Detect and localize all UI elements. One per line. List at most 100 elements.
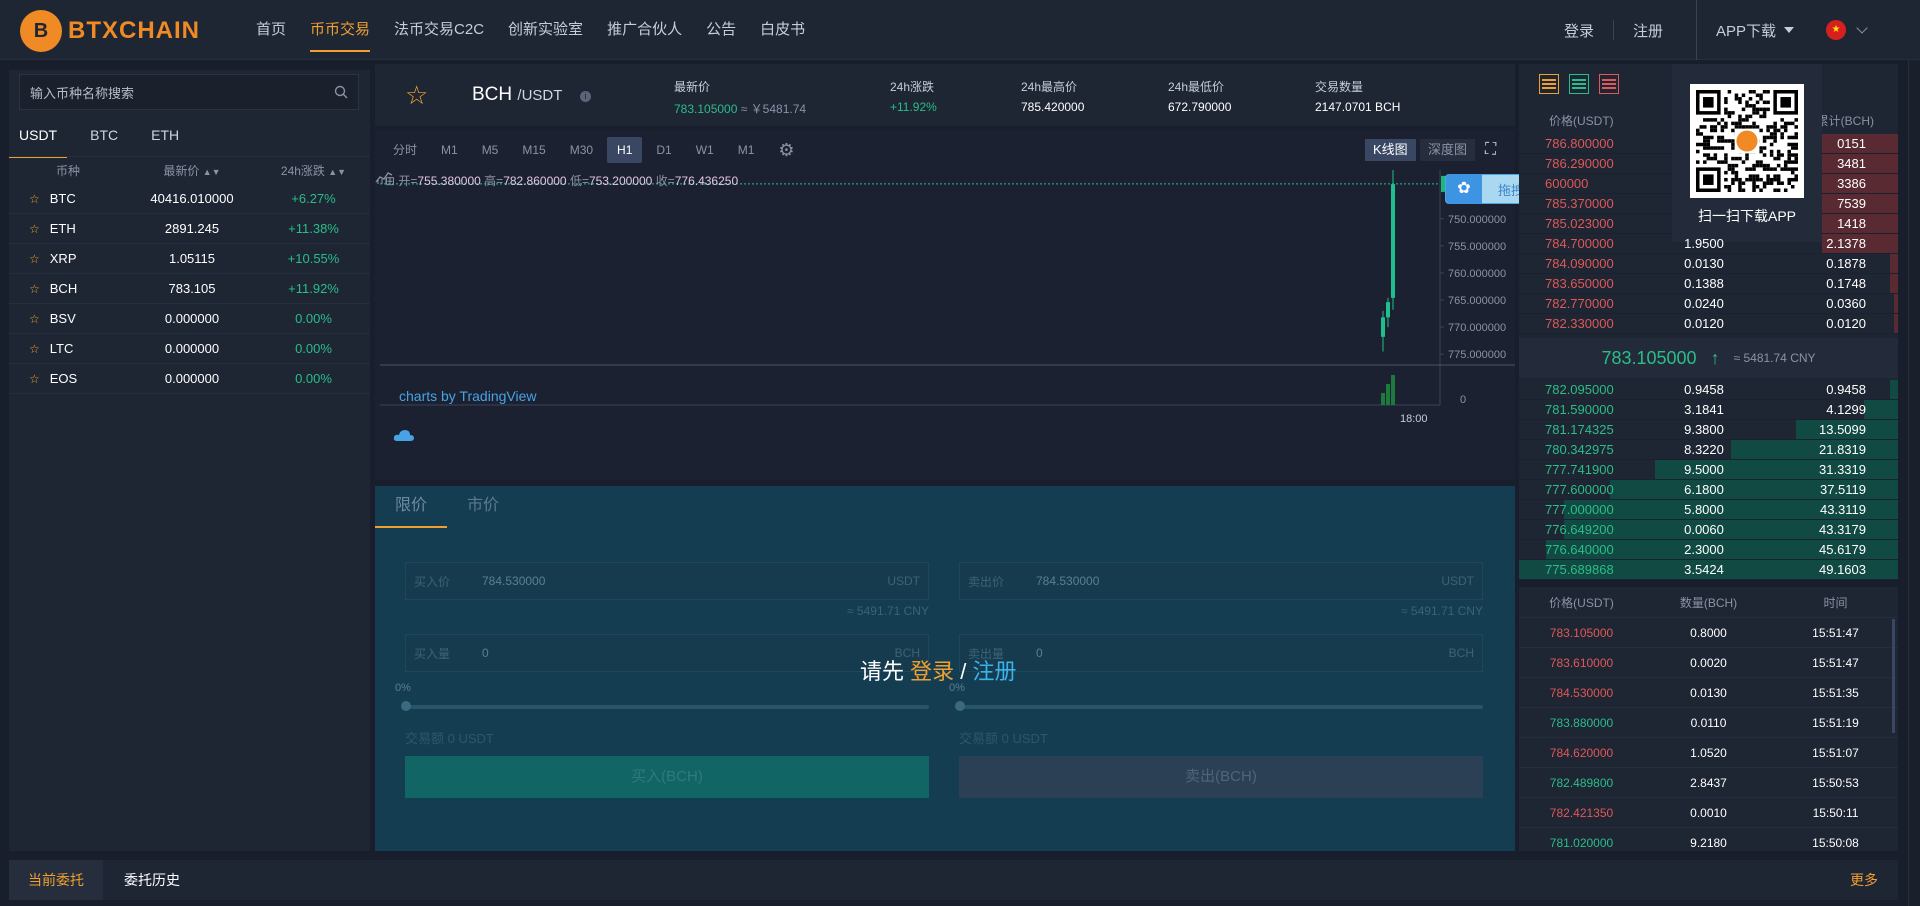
header-price[interactable]: 最新价 ▲▼ — [127, 162, 257, 179]
overlay-register-link[interactable]: 注册 — [973, 659, 1017, 684]
bid-row[interactable]: 776.640000 2.3000 45.6179 — [1519, 540, 1898, 560]
favorite-star-icon[interactable]: ☆ — [29, 252, 40, 266]
both-sides-view-icon[interactable] — [1539, 74, 1559, 94]
order-amount: 9.3800 — [1684, 422, 1724, 437]
bid-row[interactable]: 781.590000 3.1841 4.1299 — [1519, 400, 1898, 420]
bids-only-view-icon[interactable] — [1569, 74, 1589, 94]
sell-amount-field[interactable]: 卖出量 0 BCH — [959, 634, 1483, 672]
favorite-star-icon[interactable]: ☆ — [29, 222, 40, 236]
tab-eth[interactable]: ETH — [141, 122, 189, 158]
favorite-star-icon[interactable]: ☆ — [29, 192, 40, 206]
favorite-star-icon[interactable]: ☆ — [405, 80, 428, 111]
nav-partner[interactable]: 推广合伙人 — [607, 0, 682, 60]
bid-row[interactable]: 777.600000 6.1800 37.5119 — [1519, 480, 1898, 500]
app-download-button[interactable]: APP下载 — [1695, 0, 1814, 60]
favorite-star-icon[interactable]: ☆ — [29, 342, 40, 356]
interval-timeline[interactable]: 分时 — [383, 137, 427, 163]
nav-announcement[interactable]: 公告 — [706, 0, 736, 60]
buy-amount-slider[interactable] — [401, 701, 929, 711]
ask-row[interactable]: 783.650000 0.1388 0.1748 — [1519, 274, 1898, 294]
depth-view-toggle[interactable]: 深度图 — [1420, 139, 1476, 161]
tab-current-orders[interactable]: 当前委托 — [9, 860, 103, 900]
ask-row[interactable]: 784.090000 0.0130 0.1878 — [1519, 254, 1898, 274]
overlay-login-link[interactable]: 登录 — [910, 659, 954, 684]
order-amount: 9.5000 — [1684, 462, 1724, 477]
bid-row[interactable]: 780.342975 8.3220 21.8319 — [1519, 440, 1898, 460]
china-flag-icon[interactable]: ★ — [1826, 20, 1846, 40]
close-label: 收= — [655, 174, 675, 188]
bid-row[interactable]: 775.689868 3.5424 49.1603 — [1519, 560, 1898, 580]
coin-name: BTC — [49, 191, 76, 206]
bid-row[interactable]: 777.741900 9.5000 31.3319 — [1519, 460, 1898, 480]
ohlc-legend: ⊞ 开=755.380000 高=782.860000 低=753.200000… — [385, 172, 738, 189]
favorite-star-icon[interactable]: ☆ — [29, 312, 40, 326]
buy-amount-field[interactable]: 买入量 0 BCH — [405, 634, 929, 672]
sell-price-field[interactable]: 卖出价 784.530000 USDT — [959, 562, 1483, 600]
sell-button[interactable]: 卖出(BCH) — [959, 756, 1483, 798]
tab-btc[interactable]: BTC — [80, 122, 128, 158]
trade-time: 15:51:07 — [1812, 745, 1859, 760]
nav-whitepaper[interactable]: 白皮书 — [760, 0, 805, 60]
nav-c2c[interactable]: 法币交易C2C — [394, 0, 484, 60]
search-icon[interactable] — [334, 85, 348, 99]
logo[interactable]: B BTXCHAIN — [20, 10, 200, 52]
kline-chart[interactable]: 775.000000 770.000000 765.000000 760.000000… — [375, 170, 1515, 480]
market-row[interactable]: ☆ BSV 0.000000 0.00% — [9, 304, 370, 334]
market-row[interactable]: ☆ BTC 40416.010000 +6.27% — [9, 184, 370, 214]
chevron-down-icon[interactable] — [1856, 22, 1868, 34]
fullscreen-icon[interactable]: ⛶ — [1477, 139, 1504, 161]
header-change[interactable]: 24h涨跌 ▲▼ — [257, 162, 370, 179]
bid-row[interactable]: 782.095000 0.9458 0.9458 — [1519, 380, 1898, 400]
trades-header-amount: 数量(BCH) — [1679, 595, 1738, 610]
order-amount: 0.0120 — [1684, 316, 1724, 331]
register-link[interactable]: 注册 — [1614, 20, 1682, 41]
bid-row[interactable]: 781.174325 9.3800 13.5099 — [1519, 420, 1898, 440]
asks-only-view-icon[interactable] — [1599, 74, 1619, 94]
settings-gear-icon[interactable]: ⚙ — [768, 137, 804, 163]
bid-row[interactable]: 777.000000 5.8000 43.3119 — [1519, 500, 1898, 520]
nav-spot-trading[interactable]: 币币交易 — [310, 0, 371, 60]
coin-search-input[interactable]: 输入币种名称搜索 — [19, 74, 359, 110]
order-total: 37.5119 — [1819, 482, 1866, 497]
nav-lab[interactable]: 创新实验室 — [508, 0, 583, 60]
order-total: 1418 — [1837, 216, 1866, 231]
market-row[interactable]: ☆ LTC 0.000000 0.00% — [9, 334, 370, 364]
legend-toggle-icon[interactable]: ⊞ — [385, 174, 395, 188]
market-row[interactable]: ☆ EOS 0.000000 0.00% — [9, 364, 370, 394]
y-tick-label: 770.000000 — [1448, 322, 1506, 334]
nav-home[interactable]: 首页 — [256, 0, 286, 60]
tab-usdt[interactable]: USDT — [9, 122, 68, 158]
tab-order-history[interactable]: 委托历史 — [105, 860, 199, 900]
interval-d1[interactable]: D1 — [646, 137, 681, 163]
trades-scrollbar[interactable] — [1892, 619, 1895, 733]
kline-view-toggle[interactable]: K线图 — [1365, 139, 1416, 161]
sell-amount-slider[interactable] — [955, 701, 1483, 711]
buy-price-field[interactable]: 买入价 784.530000 USDT — [405, 562, 929, 600]
interval-m1[interactable]: M1 — [431, 137, 468, 163]
tab-limit[interactable]: 限价 — [375, 486, 447, 528]
market-row[interactable]: ☆ XRP 1.05115 +10.55% — [9, 244, 370, 274]
tab-market[interactable]: 市价 — [447, 486, 519, 528]
market-row[interactable]: ☆ BCH 783.105 +11.92% — [9, 274, 370, 304]
login-link[interactable]: 登录 — [1545, 20, 1613, 41]
interval-h1[interactable]: H1 — [607, 137, 643, 163]
more-link[interactable]: 更多 — [1850, 860, 1878, 900]
interval-m5[interactable]: M5 — [472, 137, 509, 163]
favorite-star-icon[interactable]: ☆ — [29, 282, 40, 296]
interval-month[interactable]: M1 — [728, 137, 765, 163]
bid-row[interactable]: 776.649200 0.0060 43.3179 — [1519, 520, 1898, 540]
ask-row[interactable]: 782.330000 0.0120 0.0120 — [1519, 314, 1898, 334]
interval-w1[interactable]: W1 — [686, 137, 724, 163]
tradingview-attribution[interactable]: charts by TradingView — [393, 388, 536, 441]
info-icon[interactable]: i — [580, 91, 591, 102]
interval-m30[interactable]: M30 — [560, 137, 603, 163]
page-scrollbar[interactable] — [1908, 60, 1920, 906]
ask-row[interactable]: 784.700000 1.9500 2.1378 — [1519, 234, 1898, 254]
interval-m15[interactable]: M15 — [512, 137, 555, 163]
market-row-coin: ☆ BSV — [9, 311, 127, 326]
buy-button[interactable]: 买入(BCH) — [405, 756, 929, 798]
ask-row[interactable]: 782.770000 0.0240 0.0360 — [1519, 294, 1898, 314]
market-row[interactable]: ☆ ETH 2891.245 +11.38% — [9, 214, 370, 244]
coin-change: 0.00% — [295, 371, 332, 386]
favorite-star-icon[interactable]: ☆ — [29, 372, 40, 386]
